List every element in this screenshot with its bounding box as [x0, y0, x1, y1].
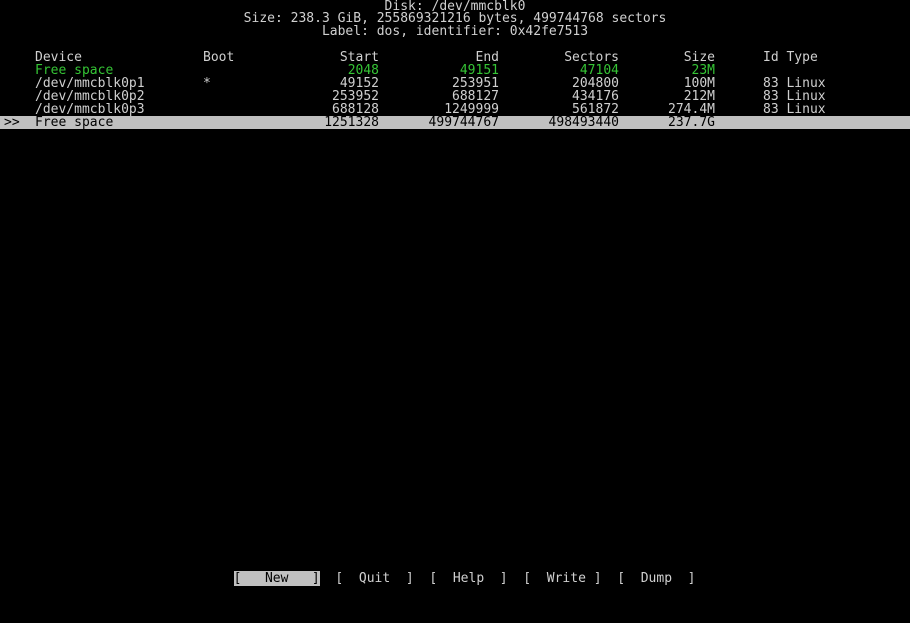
dump-button[interactable]: [ Dump ] [617, 572, 695, 586]
column-id-type: Id Type [763, 50, 818, 65]
new-button-label: New [264, 571, 289, 586]
dump-button-label: Dump [640, 571, 673, 586]
menu-bar: [ New ] [ Quit ] [ Help ] [ Write ] [ Du… [218, 558, 696, 586]
row-id-type: 83 Linux [763, 102, 826, 117]
quit-button[interactable]: [ Quit ] [335, 572, 413, 586]
row-start: 1251328 [324, 115, 379, 130]
selection-marker: >> [4, 115, 20, 130]
row-sectors: 498493440 [548, 115, 619, 130]
row-size: 237.7G [668, 115, 715, 130]
new-button[interactable]: [ New ] [233, 571, 320, 586]
column-boot: Boot [203, 50, 235, 65]
table-header: Device Boot Start End Sectors Size Id Ty… [0, 51, 910, 64]
disk-label-info: Label: dos, identifier: 0x42fe7513 [321, 24, 589, 39]
table-row-selected[interactable]: >> Free space 1251328 499744767 49849344… [0, 116, 910, 129]
row-boot: * [203, 76, 211, 91]
row-end: 499744767 [428, 115, 499, 130]
quit-button-label: Quit [358, 571, 391, 586]
write-button[interactable]: [ Write ] [523, 572, 601, 586]
help-button-label: Help [452, 571, 485, 586]
row-device: Free space [35, 115, 114, 130]
help-button[interactable]: [ Help ] [429, 572, 507, 586]
write-button-label: Write [546, 571, 586, 586]
